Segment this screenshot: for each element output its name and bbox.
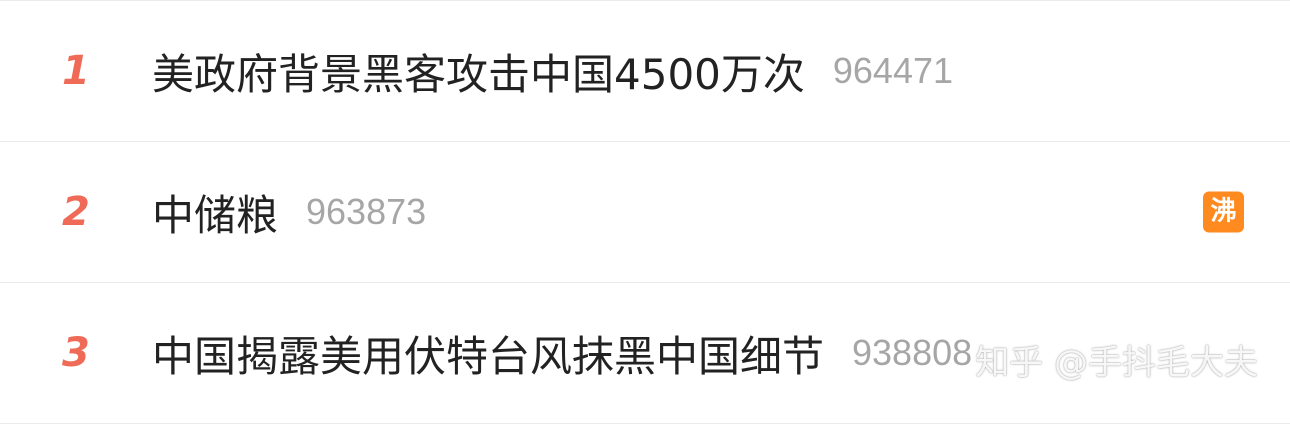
heat-count: 964471 (832, 50, 954, 91)
hot-search-item-3[interactable]: 3 中国揭露美用伏特台风抹黑中国细节 938808 (0, 283, 1290, 424)
topic-title[interactable]: 中国揭露美用伏特台风抹黑中国细节 (152, 323, 824, 384)
heat-count: 963873 (306, 191, 427, 232)
rank-number: 3 (62, 330, 90, 376)
rank-number: 1 (62, 48, 90, 94)
topic-title[interactable]: 美政府背景黑客攻击中国4500万次 (152, 41, 805, 102)
boiling-badge: 沸 (1203, 191, 1244, 233)
rank-number: 2 (62, 189, 90, 235)
hot-search-item-1[interactable]: 1 美政府背景黑客攻击中国4500万次 964471 (0, 1, 1290, 142)
hot-search-list: 1 美政府背景黑客攻击中国4500万次 964471 2 中储粮 963873 … (0, 0, 1290, 424)
hot-search-item-2[interactable]: 2 中储粮 963873 沸 (0, 142, 1290, 283)
topic-title[interactable]: 中储粮 (152, 182, 278, 243)
heat-count: 938808 (852, 332, 973, 373)
